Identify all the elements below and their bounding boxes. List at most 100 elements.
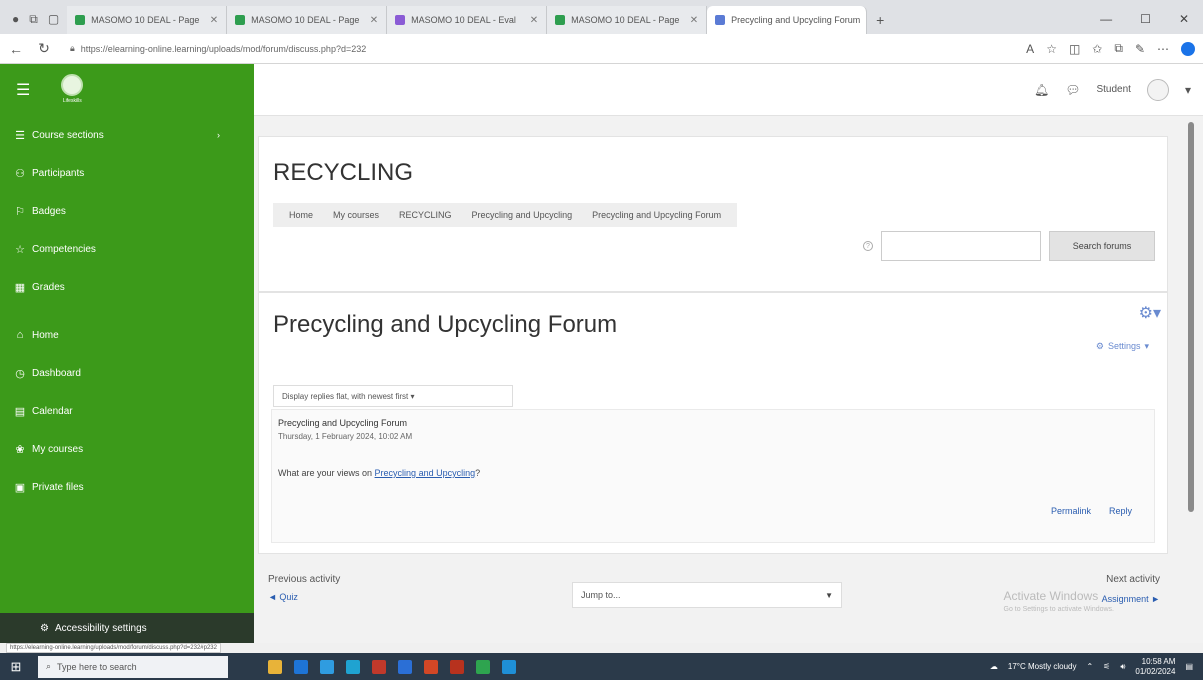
notification-center-icon[interactable]: ▤ [1185, 662, 1193, 671]
url-field[interactable]: 🔒︎ https://elearning-online.learning/upl… [64, 38, 1014, 60]
workspaces-icon[interactable]: ⧉ [29, 12, 38, 27]
chevron-right-icon: › [217, 130, 220, 140]
volume-icon[interactable]: 🔊︎ [1120, 662, 1125, 672]
messages-icon[interactable]: 💬︎ [1065, 83, 1080, 97]
breadcrumb-section[interactable]: Precycling and Upcycling [462, 210, 583, 220]
settings-dropdown[interactable]: ⚙ Settings ▾ [1096, 341, 1149, 352]
logo-seal [61, 73, 84, 96]
main-content: RECYCLING Home My courses RECYCLING Prec… [254, 116, 1180, 643]
accessibility-settings-link[interactable]: ⚙ Accessibility settings [0, 613, 254, 643]
new-tab-button[interactable]: + [867, 6, 893, 34]
sidebar-item-course-sections[interactable]: ☰ Course sections › [0, 116, 254, 154]
collections-icon[interactable]: ⧉ [1114, 41, 1123, 56]
display-mode-select[interactable]: Display replies flat, with newest first … [273, 385, 513, 407]
sidebar-item-calendar[interactable]: ▤ Calendar [0, 392, 254, 430]
breadcrumb-course[interactable]: RECYCLING [389, 210, 462, 220]
next-activity-link[interactable]: Assignment ► [1102, 594, 1160, 604]
sidebar-item-competencies[interactable]: ☆ Competencies [0, 230, 254, 268]
search-forums-button[interactable]: Search forums [1049, 231, 1155, 261]
sidebar-item-participants[interactable]: ⚇ Participants [0, 154, 254, 192]
sidebar-item-home[interactable]: ⌂ Home [0, 316, 254, 354]
browser-tab-active[interactable]: Precycling and Upcycling Forum✕ [707, 6, 868, 34]
forum-card: Precycling and Upcycling Forum ⚙▾ ⚙ Sett… [258, 292, 1168, 554]
jump-to-select[interactable]: Jump to... ▼ [572, 582, 842, 608]
list-icon: ☰ [15, 129, 25, 142]
close-icon[interactable]: ✕ [690, 15, 698, 26]
word-icon[interactable] [398, 659, 412, 674]
sidebar-item-my-courses[interactable]: ❀ My courses [0, 430, 254, 468]
browser-tab[interactable]: MASOMO 10 DEAL - Page ✕ [547, 6, 708, 34]
back-icon[interactable]: ← [8, 41, 24, 57]
split-screen-icon[interactable]: ◫ [1069, 42, 1080, 56]
mail-icon[interactable] [294, 659, 308, 674]
url-text: https://elearning-online.learning/upload… [80, 43, 367, 54]
weather-text[interactable]: 17°C Mostly cloudy [1008, 662, 1077, 671]
file-explorer-icon[interactable] [268, 659, 282, 674]
site-logo[interactable]: Lifeskills [58, 73, 86, 106]
close-icon[interactable]: ✕ [210, 15, 218, 26]
browser-tab[interactable]: MASOMO 10 DEAL - Eval ✕ [387, 6, 548, 34]
star-icon: ☆ [15, 243, 25, 256]
sidebar-item-badges[interactable]: ⚐ Badges [0, 192, 254, 230]
avatar[interactable] [1146, 78, 1169, 101]
tab-actions-icon[interactable]: ▢ [48, 12, 59, 26]
gear-icon[interactable]: ⚙▾ [1139, 303, 1161, 323]
refresh-icon[interactable]: ↻ [36, 40, 52, 57]
post-body-link[interactable]: Precycling and Upcycling [375, 468, 476, 478]
close-icon[interactable]: ✕ [530, 15, 538, 26]
office-icon[interactable] [372, 659, 386, 674]
weather-icon[interactable]: ☁ [990, 662, 998, 671]
sidebar-item-label: Calendar [32, 405, 73, 417]
menu-toggle-icon[interactable]: ☰ [16, 80, 30, 100]
breadcrumb-forum[interactable]: Precycling and Upcycling Forum [582, 210, 731, 220]
edge-copilot-icon[interactable] [1181, 41, 1195, 56]
clock-time: 10:58 AM [1141, 656, 1176, 666]
minimize-button[interactable]: — [1100, 12, 1112, 26]
more-icon[interactable]: ⋯ [1157, 42, 1169, 56]
course-header-card: RECYCLING Home My courses RECYCLING Prec… [258, 136, 1168, 292]
edge-icon[interactable] [320, 659, 334, 674]
previous-activity-link[interactable]: ◄ Quiz [268, 592, 298, 602]
favorites-icon[interactable]: ✩ [1092, 42, 1102, 56]
reply-link[interactable]: Reply [1109, 506, 1132, 516]
sidebar-item-private-files[interactable]: ▣ Private files [0, 468, 254, 506]
photos-icon[interactable] [502, 659, 516, 674]
user-name[interactable]: Student [1096, 84, 1130, 95]
close-window-button[interactable]: ✕ [1179, 12, 1189, 26]
scrollbar-thumb[interactable] [1188, 122, 1194, 512]
user-menu-chevron-icon[interactable]: ▾ [1185, 83, 1191, 97]
sidebar-item-dashboard[interactable]: ◷ Dashboard [0, 354, 254, 392]
sidebar-item-label: Home [32, 329, 59, 341]
tray-chevron-icon[interactable]: ⌃ [1086, 662, 1093, 671]
activity-navigation: Previous activity ◄ Quiz Jump to... ▼ Ne… [258, 554, 1168, 643]
taskbar-clock[interactable]: 10:58 AM 01/02/2024 [1135, 657, 1175, 677]
windows-start-icon[interactable]: ⊞ [4, 655, 28, 679]
help-icon[interactable]: ? [863, 241, 873, 251]
tab-favicon [555, 15, 566, 25]
tab-favicon [75, 15, 86, 25]
store-icon[interactable] [476, 659, 490, 674]
permalink-link[interactable]: Permalink [1051, 506, 1091, 516]
powerpoint-icon[interactable] [424, 659, 438, 674]
previous-activity-label: Previous activity [268, 574, 341, 585]
page-scrollbar[interactable] [1180, 116, 1203, 643]
taskbar-search[interactable]: ⌕ Type here to search [38, 655, 228, 678]
breadcrumb-home[interactable]: Home [279, 210, 323, 220]
notifications-icon[interactable]: 🔔︎ [1034, 83, 1049, 97]
profile-icon[interactable]: ● [12, 12, 19, 26]
address-bar: ← ↻ 🔒︎ https://elearning-online.learning… [0, 34, 1203, 64]
close-icon[interactable]: ✕ [370, 15, 378, 26]
browser-tab[interactable]: MASOMO 10 DEAL - Page ✕ [227, 6, 388, 34]
maximize-button[interactable]: ☐ [1140, 12, 1151, 26]
browser-tab[interactable]: MASOMO 10 DEAL - Page ✕ [67, 6, 228, 34]
favorite-star-icon[interactable]: ☆ [1046, 42, 1057, 56]
post-actions: Permalink Reply [1051, 506, 1132, 516]
network-icon[interactable]: ⚟ [1103, 662, 1110, 671]
chrome-icon[interactable] [346, 659, 360, 674]
breadcrumb-my-courses[interactable]: My courses [323, 210, 389, 220]
read-aloud-icon[interactable]: A [1026, 42, 1034, 56]
extensions-icon[interactable]: ✎ [1135, 42, 1145, 56]
acrobat-icon[interactable] [450, 659, 464, 674]
search-input[interactable] [881, 231, 1041, 261]
sidebar-item-grades[interactable]: ▦ Grades [0, 268, 254, 306]
